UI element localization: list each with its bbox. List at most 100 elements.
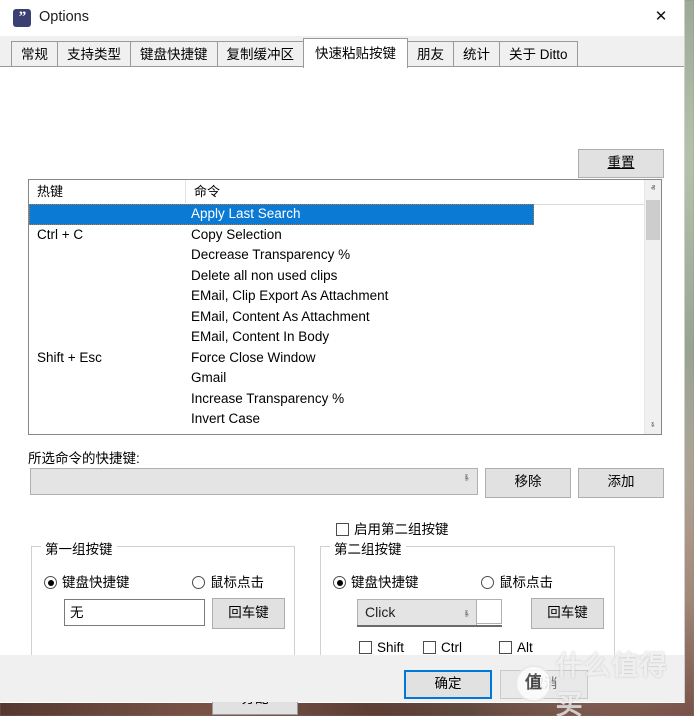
table-row[interactable]: Ctrl + C Copy Selection xyxy=(29,225,645,246)
row-command: EMail, Content In Body xyxy=(191,329,330,344)
tab-list: 常规 支持类型 键盘快捷键 复制缓冲区 快速粘贴按键 朋友 统计 关于 Ditto xyxy=(11,38,578,68)
table-row[interactable]: Gmail xyxy=(29,368,645,389)
radio-keyboard-shortcut-1[interactable]: 键盘快捷键 xyxy=(44,571,130,591)
radio-mouse-label-2: 鼠标点击 xyxy=(499,575,553,590)
tab-label: 朋友 xyxy=(417,47,444,62)
tab-2[interactable]: 键盘快捷键 xyxy=(130,41,217,67)
table-row[interactable]: EMail, Clip Export As Attachment xyxy=(29,286,645,307)
row-command: Decrease Transparency % xyxy=(191,247,351,262)
radio-dot xyxy=(44,576,57,589)
row-command: Delete all non used clips xyxy=(191,267,338,283)
click-dropdown[interactable]: Click ⱛ xyxy=(357,599,477,626)
row-command: Force Close Window xyxy=(191,349,316,365)
tab-6[interactable]: 统计 xyxy=(453,41,499,67)
table-row[interactable]: Apply Last Search xyxy=(29,204,534,225)
table-row[interactable]: Delete all non used clips xyxy=(29,266,645,287)
table-row[interactable]: Shift + Esc Force Close Window xyxy=(29,348,645,369)
reset-button-label: 重置 xyxy=(607,155,635,170)
enter-key-button-1[interactable]: 回车键 xyxy=(212,598,285,629)
row-hotkey: Ctrl + C xyxy=(37,226,84,242)
row-command: Apply Last Search xyxy=(191,206,301,221)
checkbox-box xyxy=(336,523,349,536)
tab-label: 快速粘贴按键 xyxy=(315,46,396,61)
list-header: 热键 命令 xyxy=(29,180,661,205)
tab-7[interactable]: 关于 Ditto xyxy=(499,41,578,67)
row-command: Gmail xyxy=(191,370,227,385)
radio-dot xyxy=(481,576,494,589)
checkbox-box xyxy=(359,641,372,654)
row-command: Increase Transparency % xyxy=(191,390,345,406)
tab-3[interactable]: 复制缓冲区 xyxy=(216,41,303,67)
scroll-up-icon[interactable]: ⱏ xyxy=(645,180,661,197)
row-command: Invert Case xyxy=(191,411,261,426)
radio-mouse-label-1: 鼠标点击 xyxy=(210,575,264,590)
column-header-hotkey[interactable]: 热键 xyxy=(29,180,185,203)
tab-0[interactable]: 常规 xyxy=(11,41,57,67)
table-row[interactable]: Increase Transparency % xyxy=(29,389,645,410)
add-button[interactable]: 添加 xyxy=(578,468,664,498)
modifier-shift-label: Shift xyxy=(377,640,405,655)
scroll-down-icon[interactable]: ⱛ xyxy=(645,417,661,434)
enable-second-key-set-label: 启用第二组按键 xyxy=(354,522,449,537)
tab-1[interactable]: 支持类型 xyxy=(57,41,130,67)
radio-keyboard-label-2: 键盘快捷键 xyxy=(351,575,419,590)
modifier-shift-checkbox[interactable]: Shift xyxy=(359,640,404,655)
chevron-down-icon: ⱛ xyxy=(464,473,469,485)
tab-panel-quick-paste-keys: 重置 热键 命令 Apply Last Search Ctrl + C Copy S… xyxy=(0,66,684,715)
click-dropdown-spacer xyxy=(477,599,502,624)
modifier-ctrl-label: Ctrl xyxy=(441,640,462,655)
second-key-set-title: 第二组按键 xyxy=(330,538,406,558)
radio-dot xyxy=(192,576,205,589)
modifier-alt-checkbox[interactable]: Alt xyxy=(499,640,533,655)
list-rows: Apply Last Search Ctrl + C Copy Selection D… xyxy=(29,204,645,434)
tab-label: 键盘快捷键 xyxy=(140,47,208,62)
tab-label: 统计 xyxy=(463,47,490,62)
tab-5[interactable]: 朋友 xyxy=(408,41,453,67)
hotkey-command-list[interactable]: 热键 命令 Apply Last Search Ctrl + C Copy Sele… xyxy=(28,179,662,435)
checkbox-box xyxy=(499,641,512,654)
first-key-set-title: 第一组按键 xyxy=(41,538,117,558)
reset-button[interactable]: 重置 xyxy=(578,149,664,178)
scrollbar-thumb[interactable] xyxy=(646,200,660,240)
row-command: EMail, Clip Export As Attachment xyxy=(191,288,389,303)
radio-dot xyxy=(333,576,346,589)
radio-keyboard-shortcut-2[interactable]: 键盘快捷键 xyxy=(333,571,419,591)
ok-button[interactable]: 确定 xyxy=(404,670,492,699)
options-dialog: ” Options ✕ 常规 支持类型 键盘快捷键 复制缓冲区 快速粘贴按键 朋友 统计 关于… xyxy=(0,0,684,715)
tab-label: 常规 xyxy=(21,47,48,62)
table-row[interactable]: EMail, Content As Attachment xyxy=(29,307,645,328)
tab-label: 复制缓冲区 xyxy=(226,47,295,62)
checkbox-box xyxy=(423,641,436,654)
list-vertical-scrollbar[interactable]: ⱏ ⱛ xyxy=(644,180,661,434)
key-input-1[interactable]: 无 xyxy=(64,599,205,626)
table-row[interactable]: Invert Case xyxy=(29,409,645,430)
tab-4[interactable]: 快速粘贴按键 xyxy=(303,38,408,68)
ditto-quote-icon: ” xyxy=(13,9,31,27)
tab-strip: 常规 支持类型 键盘快捷键 复制缓冲区 快速粘贴按键 朋友 统计 关于 Ditto xyxy=(0,36,684,68)
cancel-button[interactable]: 取消 xyxy=(500,670,588,699)
radio-mouse-click-2[interactable]: 鼠标点击 xyxy=(481,571,553,591)
shortcut-dropdown[interactable]: ⱛ xyxy=(30,468,478,495)
table-row[interactable]: EMail, Content In Body xyxy=(29,327,645,348)
dialog-footer: 确定 取消 xyxy=(0,655,684,702)
radio-mouse-click-1[interactable]: 鼠标点击 xyxy=(192,571,264,591)
close-icon[interactable]: ✕ xyxy=(638,0,684,33)
remove-button[interactable]: 移除 xyxy=(485,468,571,498)
title-bar: ” Options ✕ xyxy=(0,0,684,36)
modifier-ctrl-checkbox[interactable]: Ctrl xyxy=(423,640,462,655)
enable-second-key-set-checkbox[interactable]: 启用第二组按键 xyxy=(336,518,449,537)
row-hotkey: Shift + Esc xyxy=(37,349,102,365)
row-command: EMail, Content As Attachment xyxy=(191,308,370,324)
window-title: Options xyxy=(39,9,89,25)
click-dropdown-underline xyxy=(357,625,502,627)
radio-keyboard-label-1: 键盘快捷键 xyxy=(62,575,130,590)
table-row[interactable]: Decrease Transparency % xyxy=(29,245,645,266)
enter-key-button-2[interactable]: 回车键 xyxy=(531,598,604,629)
tab-label: 关于 Ditto xyxy=(509,47,568,62)
column-header-command[interactable]: 命令 xyxy=(185,180,661,203)
click-dropdown-value: Click xyxy=(365,604,396,620)
modifier-alt-label: Alt xyxy=(517,640,533,655)
selected-command-shortcut-label: 所选命令的快捷键: xyxy=(28,451,140,466)
row-command: Copy Selection xyxy=(191,226,282,242)
tab-label: 支持类型 xyxy=(67,47,121,62)
